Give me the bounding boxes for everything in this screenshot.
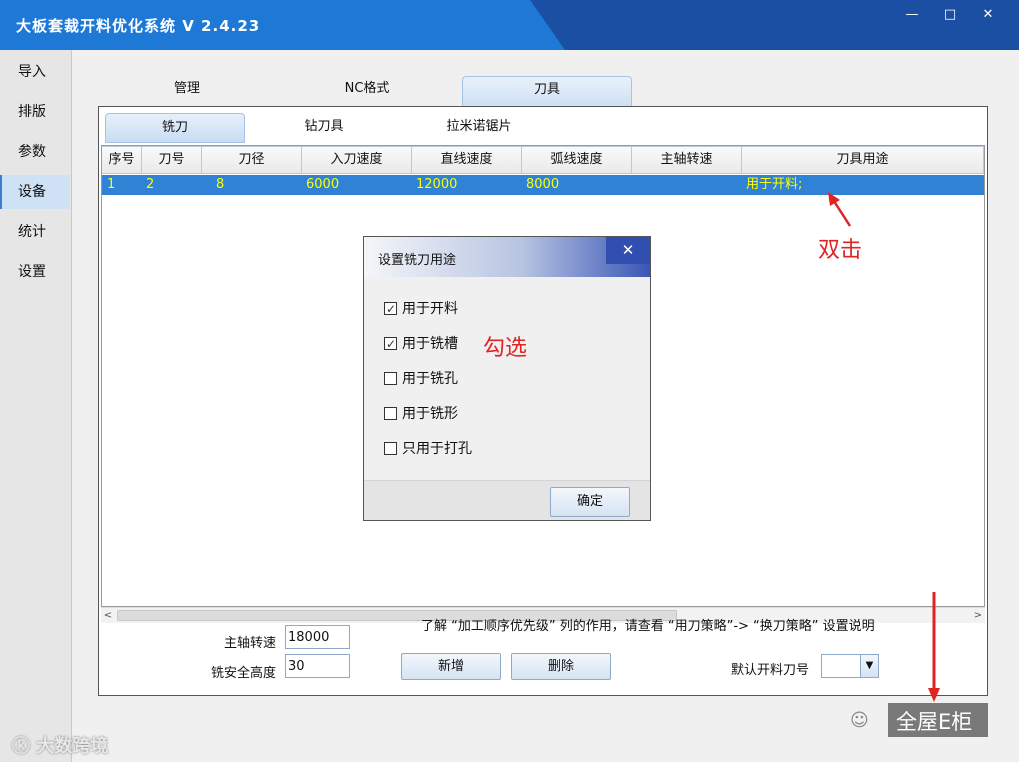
annotation-arrows: [828, 192, 940, 702]
watermark-right: 全屋E柜: [896, 710, 973, 734]
watermark-logo-icon: ⓚ: [12, 736, 37, 757]
watermark-left-text: 大数跨境: [36, 736, 109, 757]
watermark-left: ⓚ 大数跨境: [12, 732, 108, 758]
wechat-icon: ☺: [850, 710, 869, 731]
annotation-double-click: 双击: [818, 238, 863, 263]
annotation-check: 勾选: [483, 336, 528, 361]
arrow-head-icon: [828, 192, 840, 206]
arrow-head-icon: [928, 688, 940, 702]
